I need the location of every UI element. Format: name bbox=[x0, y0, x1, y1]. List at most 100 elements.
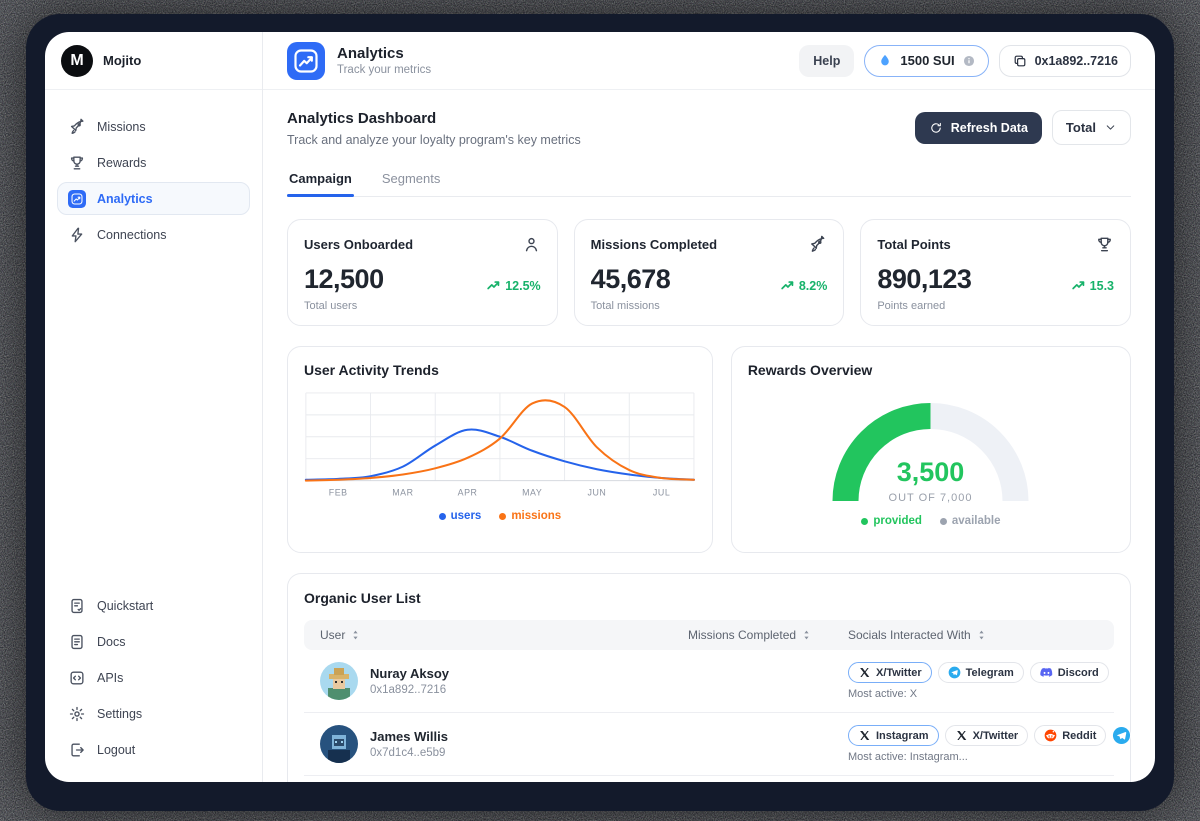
trophy-icon bbox=[1095, 235, 1114, 254]
x-icon bbox=[858, 729, 871, 742]
stat-card-missions-completed: Missions Completed 45,678 8.2% Total bbox=[574, 219, 845, 326]
copy-icon[interactable] bbox=[1012, 53, 1028, 69]
docs-icon bbox=[68, 633, 86, 651]
quickstart-icon bbox=[68, 597, 86, 615]
sidebar: M Mojito Missions Rewards Anal bbox=[45, 32, 263, 782]
gauge-value: 3,500 bbox=[897, 457, 965, 487]
brand-name: Mojito bbox=[103, 53, 141, 68]
socials-cell: X/TwitterTelegramDiscord Most active: X bbox=[848, 662, 1098, 700]
most-active-label: Most active: Instagram... bbox=[848, 751, 1098, 763]
user-address: 0x1a892..7216 bbox=[370, 684, 449, 696]
organic-user-list-card: Organic User List User Missions Complete… bbox=[287, 573, 1131, 782]
sidebar-footer-nav: Quickstart Docs APIs Settings bbox=[45, 569, 262, 782]
help-button[interactable]: Help bbox=[799, 45, 854, 77]
stat-mid: 890,123 15.3 bbox=[877, 266, 1114, 293]
gauge-legend-item-available: available bbox=[940, 515, 1001, 527]
column-header-user[interactable]: User bbox=[320, 628, 688, 642]
social-badge-label: X/Twitter bbox=[876, 667, 922, 679]
trend-up-icon bbox=[1071, 278, 1086, 293]
legend-label: missions bbox=[511, 510, 561, 522]
stat-top: Missions Completed bbox=[591, 235, 828, 254]
stat-caption: Total users bbox=[304, 300, 541, 312]
gauge-legend: providedavailable bbox=[748, 515, 1114, 527]
topbar: Analytics Track your metrics Help 1500 S… bbox=[263, 32, 1155, 90]
sort-icon bbox=[976, 628, 987, 642]
sidebar-item-apis[interactable]: APIs bbox=[57, 661, 250, 694]
wallet-address-pill[interactable]: 0x1a892..7216 bbox=[999, 45, 1131, 77]
line-chart-legend: usersmissions bbox=[304, 510, 696, 522]
total-filter-dropdown[interactable]: Total bbox=[1052, 110, 1131, 145]
sidebar-item-label: Rewards bbox=[97, 156, 146, 170]
logout-icon bbox=[68, 741, 86, 759]
sidebar-item-label: Connections bbox=[97, 228, 167, 242]
sidebar-item-docs[interactable]: Docs bbox=[57, 625, 250, 658]
trend-up-icon bbox=[780, 278, 795, 293]
gauge-title: Rewards Overview bbox=[748, 362, 1114, 378]
column-header-missions-completed[interactable]: Missions Completed bbox=[688, 628, 848, 642]
social-badge-telegram[interactable]: Telegram bbox=[938, 662, 1024, 683]
tab-campaign[interactable]: Campaign bbox=[287, 163, 354, 196]
sidebar-item-quickstart[interactable]: Quickstart bbox=[57, 589, 250, 622]
x-axis-label: JUL bbox=[653, 488, 670, 498]
stat-title: Total Points bbox=[877, 237, 950, 252]
tab-segments[interactable]: Segments bbox=[380, 163, 443, 196]
sui-balance-pill[interactable]: 1500 SUI bbox=[864, 45, 988, 77]
discord-icon bbox=[1040, 666, 1053, 679]
trend-badge: 15.3 bbox=[1071, 278, 1114, 293]
sort-icon bbox=[801, 628, 812, 642]
stat-top: Total Points bbox=[877, 235, 1114, 254]
social-badge-label: X/Twitter bbox=[973, 730, 1019, 742]
sidebar-item-label: Docs bbox=[97, 635, 125, 649]
sidebar-item-label: Analytics bbox=[97, 192, 153, 206]
legend-dot bbox=[499, 513, 506, 520]
social-badge-discord[interactable]: Discord bbox=[1030, 662, 1109, 683]
sidebar-item-connections[interactable]: Connections bbox=[57, 218, 250, 251]
sui-droplet-icon bbox=[877, 53, 893, 69]
user-cell: Nuray Aksoy 0x1a892..7216 bbox=[320, 662, 688, 700]
list-title: Organic User List bbox=[304, 590, 1114, 606]
x-icon bbox=[858, 666, 871, 679]
info-icon[interactable] bbox=[962, 54, 976, 68]
sidebar-item-label: Quickstart bbox=[97, 599, 153, 613]
table-row[interactable]: James Willis 0x7d1c4..e5b9 Instagram X/Tw… bbox=[304, 713, 1114, 776]
sidebar-item-settings[interactable]: Settings bbox=[57, 697, 250, 730]
page-title: Analytics Dashboard bbox=[287, 110, 581, 127]
social-badges: InstagramX/TwitterReddit bbox=[848, 725, 1098, 746]
topbar-subtitle: Track your metrics bbox=[337, 64, 431, 76]
user-identity: James Willis 0x7d1c4..e5b9 bbox=[370, 729, 448, 759]
refresh-icon bbox=[929, 121, 943, 135]
sidebar-item-missions[interactable]: Missions bbox=[57, 110, 250, 143]
social-badge-reddit[interactable]: Reddit bbox=[1034, 725, 1106, 746]
sidebar-item-logout[interactable]: Logout bbox=[57, 733, 250, 766]
x-axis-label: MAY bbox=[522, 488, 542, 498]
user-name: Nuray Aksoy bbox=[370, 666, 449, 681]
gauge-svg: 3,500OUT OF 7,000 bbox=[813, 382, 1048, 515]
column-header-socials-interacted-with[interactable]: Socials Interacted With bbox=[848, 628, 1098, 642]
chevron-down-icon bbox=[1104, 121, 1117, 134]
social-badge-telegram-icon[interactable] bbox=[1112, 726, 1131, 745]
table-row[interactable]: Nuray Aksoy 0x1a892..7216 X/Twitter Teleg… bbox=[304, 650, 1114, 713]
sidebar-item-label: APIs bbox=[97, 671, 123, 685]
sidebar-item-analytics[interactable]: Analytics bbox=[57, 182, 250, 215]
page-head: Analytics Dashboard Track and analyze yo… bbox=[287, 110, 1131, 147]
sort-icon bbox=[350, 628, 361, 642]
stat-value: 890,123 bbox=[877, 266, 971, 293]
user-name: James Willis bbox=[370, 729, 448, 744]
sui-balance: 1500 SUI bbox=[900, 53, 954, 68]
social-badge-label: Instagram bbox=[876, 730, 929, 742]
telegram-icon bbox=[948, 666, 961, 679]
topbar-titles: Analytics Track your metrics bbox=[337, 45, 431, 76]
column-label: User bbox=[320, 628, 345, 642]
sidebar-item-label: Logout bbox=[97, 743, 135, 757]
refresh-data-button[interactable]: Refresh Data bbox=[915, 112, 1042, 144]
social-badge-x-twitter[interactable]: X/Twitter bbox=[945, 725, 1029, 746]
social-badge-x-twitter[interactable]: X/Twitter bbox=[848, 662, 932, 683]
social-badge-instagram[interactable]: Instagram bbox=[848, 725, 939, 746]
stat-value: 12,500 bbox=[304, 266, 384, 293]
mojito-logo: M bbox=[61, 45, 93, 77]
x-axis-label: FEB bbox=[329, 488, 348, 498]
most-active-label: Most active: X bbox=[848, 688, 1098, 700]
legend-dot bbox=[861, 518, 868, 525]
refresh-label: Refresh Data bbox=[951, 121, 1028, 135]
sidebar-item-rewards[interactable]: Rewards bbox=[57, 146, 250, 179]
